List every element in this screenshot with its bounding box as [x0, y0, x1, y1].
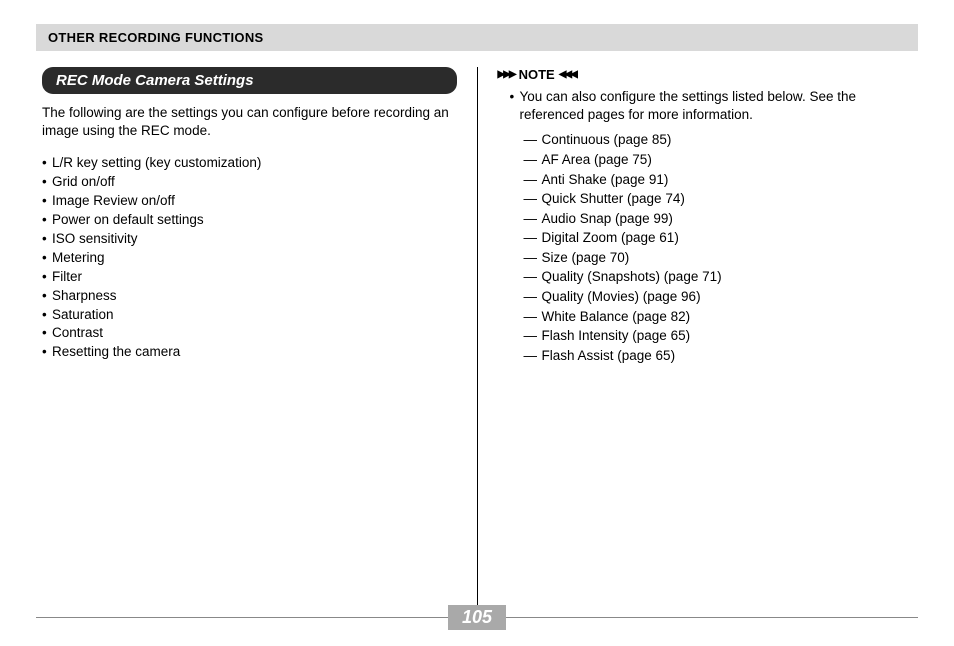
list-item: Flash Assist (page 65)	[524, 346, 913, 366]
page-footer: 105	[36, 605, 918, 630]
list-item: Digital Zoom (page 61)	[524, 228, 913, 248]
list-item: Size (page 70)	[524, 248, 913, 268]
list-item: Image Review on/off	[42, 192, 457, 211]
manual-page: OTHER RECORDING FUNCTIONS REC Mode Camer…	[0, 0, 954, 646]
list-item: Power on default settings	[42, 211, 457, 230]
note-items-list: Continuous (page 85) AF Area (page 75) A…	[498, 130, 913, 365]
list-item: Quality (Snapshots) (page 71)	[524, 267, 913, 287]
arrows-left-icon: ◀◀◀	[559, 69, 576, 80]
list-item: Audio Snap (page 99)	[524, 209, 913, 229]
two-column-layout: REC Mode Camera Settings The following a…	[36, 67, 918, 607]
footer-rule-left	[36, 617, 448, 618]
page-number: 105	[448, 605, 506, 630]
list-item: Resetting the camera	[42, 343, 457, 362]
list-item: Grid on/off	[42, 173, 457, 192]
list-item: Contrast	[42, 324, 457, 343]
list-item: Quick Shutter (page 74)	[524, 189, 913, 209]
list-item: AF Area (page 75)	[524, 150, 913, 170]
settings-list: L/R key setting (key customization) Grid…	[42, 154, 457, 362]
list-item: Metering	[42, 249, 457, 268]
list-item: L/R key setting (key customization)	[42, 154, 457, 173]
list-item: Quality (Movies) (page 96)	[524, 287, 913, 307]
list-item: ISO sensitivity	[42, 230, 457, 249]
list-item: Continuous (page 85)	[524, 130, 913, 150]
list-item: Sharpness	[42, 287, 457, 306]
list-item: Saturation	[42, 306, 457, 325]
chapter-header: OTHER RECORDING FUNCTIONS	[36, 24, 918, 51]
list-item: Flash Intensity (page 65)	[524, 326, 913, 346]
section-title: REC Mode Camera Settings	[42, 67, 457, 94]
arrows-right-icon: ▶▶▶	[498, 69, 515, 80]
list-item: Anti Shake (page 91)	[524, 170, 913, 190]
list-item: White Balance (page 82)	[524, 307, 913, 327]
note-text: You can also configure the settings list…	[498, 88, 913, 124]
list-item: Filter	[42, 268, 457, 287]
intro-paragraph: The following are the settings you can c…	[42, 104, 457, 140]
footer-rule-right	[506, 617, 918, 618]
note-label: NOTE	[519, 67, 555, 82]
note-header: ▶▶▶ NOTE ◀◀◀	[498, 67, 913, 82]
left-column: REC Mode Camera Settings The following a…	[36, 67, 477, 607]
right-column: ▶▶▶ NOTE ◀◀◀ You can also configure the …	[478, 67, 919, 607]
